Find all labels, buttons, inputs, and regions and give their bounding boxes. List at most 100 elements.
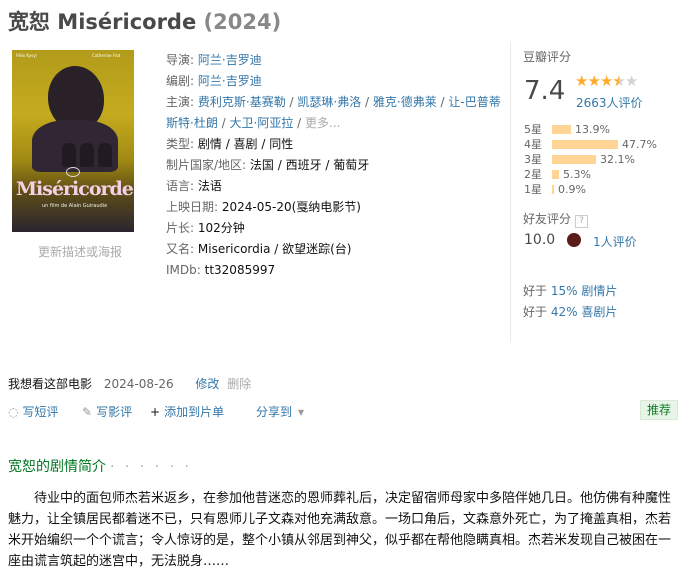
rating-sidebar: 豆瓣评分 7.4 ★★★★★★ 2663人评价 5星13.9%4星47.7%3星… (510, 42, 681, 342)
writer-label: 编剧: (166, 74, 195, 88)
better-than-pct[interactable]: 15% (551, 284, 578, 298)
help-icon[interactable]: ? (575, 215, 589, 228)
genre-row: 类型: 剧情 / 喜剧 / 同性 (166, 134, 501, 155)
star-empty-icon: ★ (624, 72, 638, 90)
share-button[interactable]: 分享到 ▾ (256, 403, 308, 420)
rating-bar (552, 155, 596, 164)
rating-distribution-row: 3星 32.1% (524, 152, 684, 167)
write-comment-button[interactable]: ◌ 写短评 (8, 403, 59, 420)
rating-votes-link[interactable]: 2663人评价 (576, 94, 643, 111)
rating-percent: 32.1% (600, 153, 635, 166)
language-row: 语言: 法语 (166, 176, 501, 197)
synopsis-dots: · · · · · · (110, 459, 192, 475)
write-review-button[interactable]: ✎ 写影评 (82, 403, 132, 420)
rating-stars: ★★★★★★ (575, 72, 638, 90)
language-value: 法语 (197, 179, 222, 193)
cast-more-link[interactable]: 更多... (305, 116, 340, 130)
rating-bar (552, 140, 618, 149)
rating-star-label: 2星 (524, 168, 542, 181)
movie-info: 导演: 阿兰·吉罗迪 编剧: 阿兰·吉罗迪 主演: 费利克斯·基赛勒 / 凯瑟琳… (166, 50, 501, 281)
rating-distribution: 5星 13.9% 4星 47.7% 3星 32.1% 2星 5.3% 1星 0.9% (524, 122, 684, 197)
writer-row: 编剧: 阿兰·吉罗迪 (166, 71, 501, 92)
poster-actor-right: Catherine Frot (92, 53, 121, 58)
better-than-row: 好于 42% 喜剧片 (523, 303, 617, 320)
release-label: 上映日期: (166, 200, 219, 214)
cast-label: 主演: (166, 95, 195, 109)
friend-rating-label: 好友评分? (523, 210, 589, 228)
chevron-down-icon: ▾ (298, 405, 305, 419)
better-than-genre[interactable]: 剧情片 (581, 284, 617, 298)
recommend-button[interactable]: 推荐 (640, 400, 679, 420)
runtime-value: 102分钟 (197, 221, 245, 235)
poster-small-figure (62, 143, 76, 167)
aka-value: Misericordia / 欲望迷踪(台) (197, 242, 352, 256)
star-full-icon: ★ (587, 72, 600, 90)
director-row: 导演: 阿兰·吉罗迪 (166, 50, 501, 71)
poster-actor-left: Félix Kysyl (16, 53, 37, 58)
better-than-prefix: 好于 (523, 305, 548, 319)
poster-festival-logo (66, 167, 80, 177)
rating-bar (552, 170, 559, 179)
friend-rating-label-text: 好友评分 (523, 212, 572, 226)
cast-link[interactable]: 费利克斯·基赛勒 (198, 95, 286, 109)
friend-count-link[interactable]: 1人评价 (593, 233, 637, 250)
director-label: 导演: (166, 53, 195, 67)
page-title: 宽恕 Miséricorde (2024) (8, 6, 281, 36)
edit-link[interactable]: 修改 (195, 377, 219, 391)
rating-star-label: 5星 (524, 123, 542, 136)
write-comment-label: 写短评 (22, 405, 59, 419)
better-than-prefix: 好于 (523, 284, 548, 298)
star-full-icon: ★ (575, 72, 588, 90)
pencil-icon: ✎ (82, 405, 93, 419)
avatar[interactable] (567, 233, 581, 247)
synopsis-heading: 宽恕的剧情简介 (8, 459, 106, 475)
poster-title: Miséricorde (16, 178, 134, 200)
better-than-pct[interactable]: 42% (551, 305, 578, 319)
add-to-list-label: 添加到片单 (164, 405, 225, 419)
rating-distribution-row: 4星 47.7% (524, 137, 684, 152)
delete-link[interactable]: 删除 (227, 377, 251, 391)
watch-status: 我想看这部电影 2024-08-26 修改 删除 (8, 375, 251, 392)
friend-score: 10.0 (524, 232, 556, 248)
rating-star-label: 3星 (524, 153, 542, 166)
better-than-genre[interactable]: 喜剧片 (581, 305, 617, 319)
aka-row: 又名: Misericordia / 欲望迷踪(台) (166, 239, 501, 260)
cast-link[interactable]: 凯瑟琳·弗洛 (297, 95, 361, 109)
watch-status-text: 我想看这部电影 (8, 377, 93, 391)
rating-percent: 5.3% (563, 168, 591, 181)
country-label: 制片国家/地区: (166, 158, 247, 172)
plus-icon: + (150, 405, 161, 419)
share-label: 分享到 (256, 405, 293, 419)
star-full-icon: ★ (599, 72, 613, 90)
better-than-row: 好于 15% 剧情片 (523, 282, 617, 299)
movie-year: (2024) (203, 10, 282, 34)
rating-star-label: 1星 (524, 183, 542, 196)
genre-value: 剧情 / 喜剧 / 同性 (197, 137, 294, 151)
rating-percent: 0.9% (558, 183, 586, 196)
poster-small-figure (80, 143, 94, 167)
imdb-value: tt32085997 (204, 263, 276, 277)
country-row: 制片国家/地区: 法国 / 西班牙 / 葡萄牙 (166, 155, 501, 176)
movie-poster[interactable]: Félix Kysyl Catherine Frot Miséricorde u… (12, 50, 134, 232)
director-link[interactable]: 阿兰·吉罗迪 (198, 53, 262, 67)
add-to-list-button[interactable]: + 添加到片单 (150, 403, 224, 420)
rating-distribution-row: 1星 0.9% (524, 182, 684, 197)
synopsis-title: 宽恕的剧情简介 · · · · · · (8, 456, 192, 476)
language-label: 语言: (166, 179, 195, 193)
cast-link[interactable]: 雅克·德弗莱 (373, 95, 437, 109)
cast-link[interactable]: 大卫·阿亚拉 (230, 116, 294, 130)
rating-score: 7.4 (524, 76, 566, 106)
writer-link[interactable]: 阿兰·吉罗迪 (198, 74, 262, 88)
comment-icon: ◌ (8, 405, 19, 419)
watch-status-date: 2024-08-26 (103, 377, 174, 391)
rating-bar (552, 185, 554, 194)
rating-label: 豆瓣评分 (523, 50, 572, 64)
imdb-label: IMDb: (166, 263, 201, 277)
poster-subtitle: un film de Alain Guiraudie (42, 203, 108, 209)
runtime-label: 片长: (166, 221, 195, 235)
release-row: 上映日期: 2024-05-20(戛纳电影节) (166, 197, 501, 218)
action-bar: ◌ 写短评 ✎ 写影评 + 添加到片单 分享到 ▾ (8, 403, 688, 423)
imdb-row: IMDb: tt32085997 (166, 260, 501, 281)
update-poster-link[interactable]: 更新描述或海报 (38, 243, 122, 260)
rating-percent: 47.7% (622, 138, 657, 151)
